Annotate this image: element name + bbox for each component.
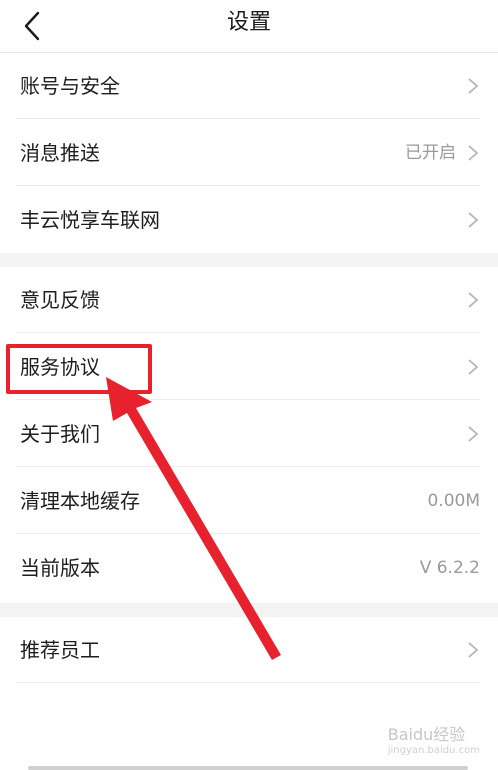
annotation-arrow (106, 377, 281, 660)
watermark-logo: Baidu经验 jingyan.baidu.com (388, 721, 480, 756)
watermark-subtext: jingyan.baidu.com (387, 745, 480, 756)
watermark-text: Baidu经验 (387, 725, 466, 744)
home-indicator (28, 766, 468, 770)
